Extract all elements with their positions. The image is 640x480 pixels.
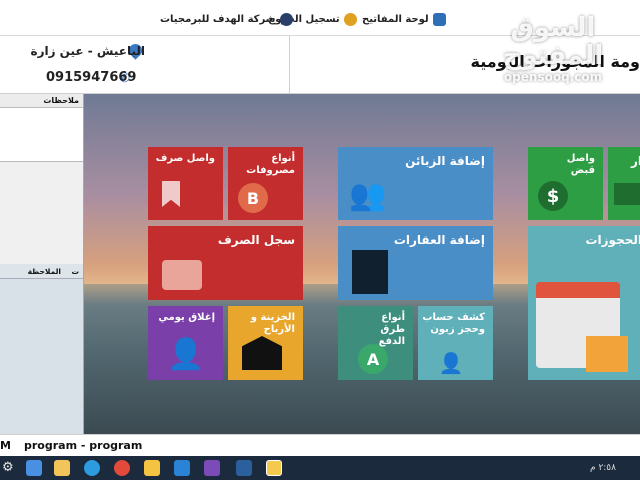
tile-partial-green-label: ار	[630, 154, 640, 168]
bookmark-icon	[162, 181, 180, 207]
logout-lock-icon	[343, 12, 357, 26]
tile-account-statement[interactable]: كشف حساب وحجز زبون 👤	[418, 306, 493, 380]
cash-icon	[614, 183, 640, 205]
folder-icon[interactable]	[266, 460, 282, 476]
users-icon: 👥	[349, 177, 387, 213]
notes-panel: ملاحظات ت الملاحظة	[0, 94, 84, 434]
tile-receipt-voucher[interactable]: واصل قبض $	[528, 147, 603, 220]
tile-payment-voucher-label: واصل صرف	[155, 153, 215, 164]
watermark-main: السوق المفتوح	[502, 13, 604, 71]
keyboard-icon	[432, 12, 446, 26]
tile-expense-log-label: سجل الصرف	[217, 233, 295, 247]
dollar-icon: $	[538, 181, 568, 211]
tile-payment-voucher[interactable]: واصل صرف	[148, 147, 223, 220]
vscode-icon[interactable]	[174, 460, 190, 476]
tile-bookings[interactable]: الحجوزات	[528, 226, 640, 380]
chrome-icon[interactable]	[114, 460, 130, 476]
panel-spacer	[0, 162, 83, 264]
company-logo-icon	[279, 12, 293, 26]
location-text: الباعيش - عين زارة	[30, 44, 145, 58]
tile-add-properties[interactable]: إضافة العقارات	[338, 226, 493, 300]
tile-add-properties-label: إضافة العقارات	[393, 233, 485, 247]
column-header-number[interactable]: ت	[71, 264, 79, 279]
tile-daily-close[interactable]: إغلاق يومي 👤	[148, 306, 223, 380]
app-l-icon[interactable]	[236, 460, 252, 476]
calendar-badge-icon	[586, 336, 628, 372]
tile-receipt-voucher-label: واصل قبض	[566, 153, 595, 176]
tile-add-customers-label: إضافة الزبائن	[405, 154, 485, 168]
status-prefix: M	[0, 439, 11, 452]
paint-icon[interactable]	[144, 460, 160, 476]
user-key-icon: 👤	[167, 336, 205, 372]
notes-textarea[interactable]	[0, 108, 83, 162]
tile-partial-green[interactable]: ار	[608, 147, 640, 220]
tile-treasury-profits-label: الخزينة و الأرباح	[250, 312, 295, 335]
tile-daily-close-label: إغلاق يومي	[158, 312, 215, 323]
letter-b-icon: B	[238, 183, 268, 213]
tile-treasury-profits[interactable]: الخزينة و الأرباح	[228, 306, 303, 380]
tile-bookings-label: الحجوزات	[585, 233, 640, 247]
building-icon	[352, 250, 388, 294]
visual-studio-icon[interactable]	[204, 460, 220, 476]
watermark-sub: opensooq.com	[503, 70, 603, 84]
start-icon[interactable]	[26, 460, 42, 476]
settings-icon[interactable]: ⚙	[2, 459, 14, 477]
company-link[interactable]: شركة الهدف للبرمجيات	[160, 11, 293, 27]
contact-box: الباعيش - عين زارة ✆ 0915947669	[0, 36, 290, 94]
status-bar: M program - program	[0, 434, 640, 456]
letter-a-icon: A	[358, 344, 388, 374]
company-label: شركة الهدف للبرمجيات	[160, 13, 276, 25]
tile-payment-methods[interactable]: أنواع طرق الدفع A	[338, 306, 413, 380]
status-text: program - program	[24, 439, 143, 452]
notes-grid[interactable]	[0, 279, 83, 434]
watermark-logo: السوق المفتوح opensooq.com	[466, 14, 640, 84]
wallet-icon	[162, 260, 202, 290]
windows-taskbar: ⚙ ٢:٥٨ م	[0, 456, 640, 480]
tile-payment-methods-label: أنواع طرق الدفع	[378, 312, 405, 347]
phone-number: 0915947669	[46, 70, 137, 85]
tile-expense-types-label: أنواع مصروفات	[246, 153, 295, 176]
edge-icon[interactable]	[84, 460, 100, 476]
notes-header: ملاحظات	[0, 94, 83, 108]
tile-account-statement-label: كشف حساب وحجز زبون	[422, 312, 485, 335]
tile-expense-types[interactable]: أنواع مصروفات B	[228, 147, 303, 220]
keyboard-label: لوحة المفاتيح	[362, 13, 429, 25]
tray-clock[interactable]: ٢:٥٨ م	[590, 462, 636, 474]
column-header-note[interactable]: الملاحظة	[28, 264, 61, 279]
bank-icon	[242, 336, 282, 370]
keyboard-button[interactable]: لوحة المفاتيح	[362, 11, 446, 27]
user-info-icon: 👤	[438, 351, 464, 375]
dashboard-area: واصل قبض $ ار إضافة الزبائن 👥 أنواع مصرو…	[84, 94, 640, 434]
file-explorer-icon[interactable]	[54, 460, 70, 476]
tile-expense-log[interactable]: سجل الصرف	[148, 226, 303, 300]
tile-add-customers[interactable]: إضافة الزبائن 👥	[338, 147, 493, 220]
notes-grid-header: ت الملاحظة	[0, 264, 83, 279]
